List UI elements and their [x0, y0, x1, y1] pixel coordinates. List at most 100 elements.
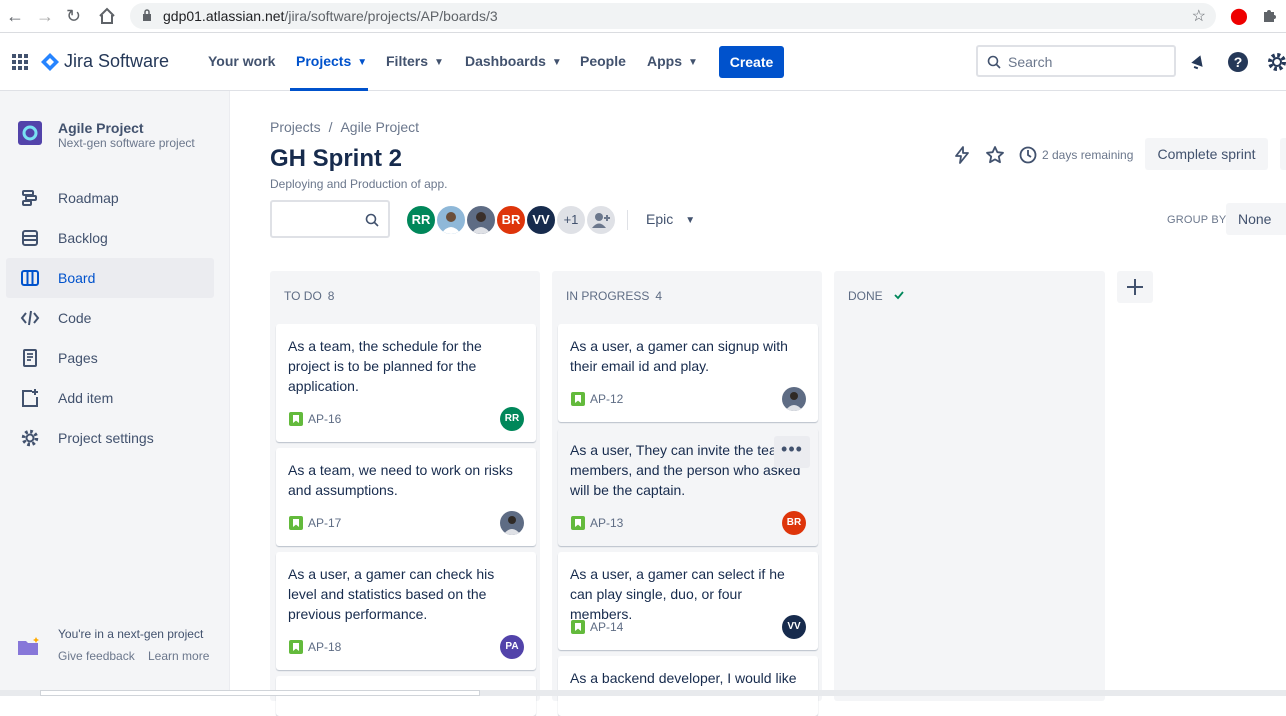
notifications-icon[interactable] [1187, 51, 1209, 73]
next-gen-notice: You're in a next-gen project [58, 627, 204, 641]
nav-apps-label: Apps [647, 53, 682, 69]
nav-projects[interactable]: Projects ▼ [296, 53, 367, 69]
sidebar-item-pages[interactable]: Pages [6, 338, 214, 378]
add-people-button[interactable] [585, 204, 617, 236]
avatar-initials: +1 [563, 212, 579, 227]
sidebar-item-code[interactable]: Code [6, 298, 214, 338]
give-feedback-link[interactable]: Give feedback [58, 649, 135, 663]
nav-your-work[interactable]: Your work [208, 53, 275, 69]
avatar[interactable]: BR [495, 204, 527, 236]
search-input[interactable]: Search [976, 45, 1176, 77]
issue-card[interactable]: As a team, we need to work on risks and … [276, 448, 536, 546]
assignee-avatar[interactable] [782, 387, 806, 411]
scrollbar-thumb[interactable] [40, 690, 480, 696]
issue-card[interactable]: As a team, the schedule for the project … [276, 324, 536, 442]
back-icon[interactable]: ← [6, 6, 24, 26]
more-actions-button[interactable] [1280, 138, 1286, 170]
issue-card[interactable]: As a user, a gamer can check his level a… [276, 552, 536, 670]
bookmark-star-icon[interactable]: ☆ [1192, 6, 1206, 26]
issue-summary: As a backend developer, I would like [570, 670, 797, 686]
search-icon [365, 213, 379, 227]
assignee-avatar[interactable] [500, 511, 524, 535]
sidebar-item-add-item[interactable]: Add item [6, 378, 214, 418]
avatar[interactable]: VV [525, 204, 557, 236]
story-icon [289, 516, 303, 530]
assignee-avatar[interactable]: VV [782, 615, 806, 639]
assignee-initials: VV [787, 621, 801, 632]
assignee-avatar[interactable]: PA [500, 635, 524, 659]
issue-key: AP-14 [590, 620, 624, 634]
complete-sprint-button[interactable]: Complete sprint [1145, 138, 1268, 170]
clock-icon [1019, 146, 1037, 164]
opera-extension-icon[interactable]: ⬤ [1230, 6, 1248, 26]
group-by-select[interactable]: None [1226, 203, 1286, 235]
sidebar-item-project-settings[interactable]: Project settings [6, 418, 214, 458]
create-button[interactable]: Create [719, 46, 784, 78]
add-person-icon [592, 213, 610, 228]
automation-bolt-icon[interactable] [952, 145, 972, 165]
sidebar-item-roadmap[interactable]: Roadmap [6, 178, 214, 218]
reload-icon[interactable]: ↻ [66, 6, 81, 26]
issue-key: AP-16 [308, 412, 342, 426]
epic-filter-label: Epic [646, 211, 674, 227]
chevron-down-icon: ▼ [688, 57, 698, 68]
column-done: DONE [834, 271, 1105, 701]
avatar[interactable] [465, 204, 497, 236]
issue-key: AP-17 [308, 516, 342, 530]
epic-filter[interactable]: Epic ▼ [646, 211, 695, 227]
column-name: IN PROGRESS [566, 289, 650, 303]
column-header: TO DO 8 [284, 289, 334, 303]
breadcrumb-projects[interactable]: Projects [270, 119, 321, 135]
person-photo-icon [785, 392, 803, 411]
nav-filters-label: Filters [386, 53, 429, 69]
breadcrumb-project[interactable]: Agile Project [340, 119, 419, 135]
more-assignees-avatar[interactable]: +1 [555, 204, 587, 236]
assignee-avatar[interactable]: BR [782, 511, 806, 535]
nav-apps[interactable]: Apps ▼ [647, 53, 698, 69]
issue-card[interactable]: As a user, a gamer can signup with their… [558, 324, 818, 422]
home-icon[interactable] [98, 7, 116, 25]
project-avatar[interactable] [18, 121, 42, 145]
board-main: Projects / Agile Project GH Sprint 2 Deplo… [230, 91, 1286, 716]
issue-card[interactable] [276, 676, 536, 716]
story-icon [289, 412, 303, 426]
issue-card[interactable]: As a user, They can invite the team memb… [558, 428, 818, 546]
address-bar[interactable]: gdp01.atlassian.net/jira/software/projec… [130, 3, 1216, 29]
issue-card[interactable]: As a backend developer, I would like [558, 656, 818, 716]
nav-dashboards[interactable]: Dashboards ▼ [465, 53, 562, 69]
add-item-icon [22, 389, 38, 407]
app-switcher-icon[interactable] [11, 53, 29, 71]
sidebar-item-board[interactable]: Board [6, 258, 214, 298]
help-icon[interactable]: ? [1227, 51, 1249, 73]
issue-key: AP-12 [590, 392, 624, 406]
assignee-avatar[interactable]: RR [500, 407, 524, 431]
settings-gear-icon[interactable] [1266, 51, 1286, 73]
project-name[interactable]: Agile Project [58, 120, 144, 136]
assignee-initials: RR [504, 413, 520, 424]
forward-icon[interactable]: → [36, 6, 54, 26]
puzzle-extension-icon[interactable] [1261, 8, 1277, 24]
issue-summary: As a user, a gamer can select if he can … [570, 566, 785, 622]
issue-summary: As a team, we need to work on risks and … [288, 462, 513, 498]
breadcrumb-separator: / [328, 119, 333, 135]
add-column-button[interactable] [1117, 271, 1153, 303]
board-search-input[interactable] [270, 200, 390, 238]
learn-more-link[interactable]: Learn more [148, 649, 209, 663]
star-icon[interactable] [985, 145, 1005, 165]
product-name: Jira Software [64, 51, 170, 71]
folder-sparkle-icon [18, 637, 39, 655]
avatar[interactable] [435, 204, 467, 236]
avatar[interactable]: RR [405, 204, 437, 236]
sidebar-item-backlog[interactable]: Backlog [6, 218, 214, 258]
card-more-actions-button[interactable]: ••• [774, 436, 810, 468]
sprint-remaining: 2 days remaining [1042, 148, 1134, 162]
nav-people[interactable]: People [580, 53, 626, 69]
avatar-initials: VV [532, 212, 550, 227]
issue-card[interactable]: As a user, a gamer can select if he can … [558, 552, 818, 650]
issue-key: AP-13 [590, 516, 624, 530]
chevron-down-icon: ▼ [434, 57, 444, 68]
nav-filters[interactable]: Filters ▼ [386, 53, 444, 69]
board-icon [21, 270, 39, 286]
horizontal-scrollbar[interactable] [0, 690, 1286, 696]
code-icon [20, 310, 40, 326]
